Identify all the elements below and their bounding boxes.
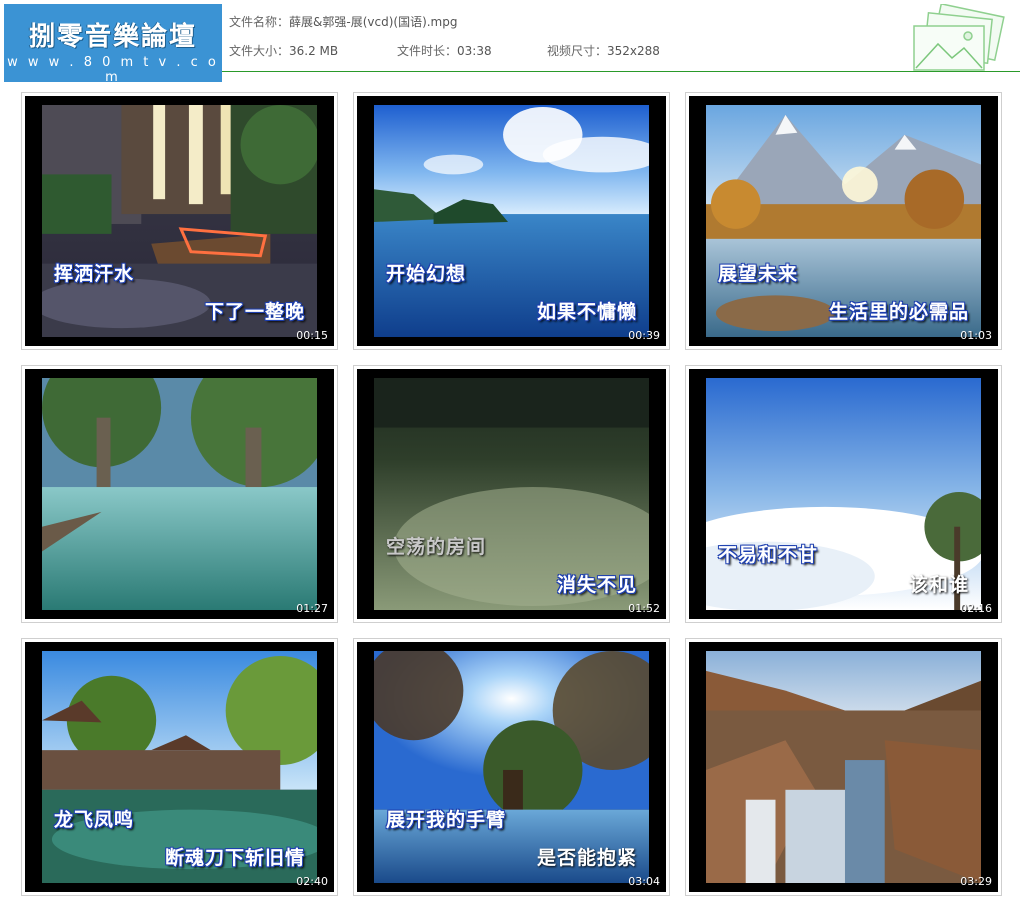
dimensions-label: 视频尺寸： bbox=[547, 44, 608, 58]
thumbnail-frame: 展望未来 生活里的必需品 01:03 bbox=[689, 96, 998, 346]
scene-ocean-sky: 开始幻想 如果不慵懒 bbox=[374, 105, 649, 337]
timestamp: 02:40 bbox=[296, 875, 328, 888]
thumbnail-frame: 03:29 bbox=[689, 642, 998, 892]
timestamp: 00:15 bbox=[296, 329, 328, 342]
timestamp: 01:03 bbox=[960, 329, 992, 342]
lyric-line-1: 展望未来 bbox=[718, 263, 799, 285]
lyric-line-2: 生活里的必需品 bbox=[828, 301, 969, 323]
scene-mountain-river: 展望未来 生活里的必需品 bbox=[706, 105, 981, 337]
lyric-line-2: 该和谁 bbox=[908, 574, 969, 596]
lyric-line-1: 龙飞凤鸣 bbox=[54, 809, 135, 831]
thumbnail-8[interactable]: 展开我的手臂 是否能抱紧 03:04 bbox=[353, 638, 670, 896]
header-divider bbox=[222, 71, 1020, 72]
file-size-label: 文件大小： bbox=[229, 44, 290, 58]
scene-cloud-sea: 不易和不甘 该和谁 bbox=[706, 378, 981, 610]
thumbnail-frame: 开始幻想 如果不慵懒 00:39 bbox=[357, 96, 666, 346]
thumbnail-5[interactable]: 空荡的房间 消失不见 01:52 bbox=[353, 365, 670, 623]
thumbnail-1[interactable]: 挥洒汗水 下了一整晚 00:15 bbox=[21, 92, 338, 350]
thumbnail-frame: 展开我的手臂 是否能抱紧 03:04 bbox=[357, 642, 666, 892]
file-name-row: 文件名称：薛展&郭强-展(vcd)(国语).mpg bbox=[229, 13, 458, 30]
thumbnail-7[interactable]: 龙飞凤鸣 断魂刀下斩旧情 02:40 bbox=[21, 638, 338, 896]
thumbnail-3[interactable]: 展望未来 生活里的必需品 01:03 bbox=[685, 92, 1002, 350]
thumbnail-frame: 龙飞凤鸣 断魂刀下斩旧情 02:40 bbox=[25, 642, 334, 892]
lyric-line-1: 开始幻想 bbox=[386, 263, 467, 285]
timestamp: 03:04 bbox=[628, 875, 660, 888]
scene-sunlit-tree: 展开我的手臂 是否能抱紧 bbox=[374, 651, 649, 883]
scene-forest-stream bbox=[42, 378, 317, 610]
thumbnail-2[interactable]: 开始幻想 如果不慵懒 00:39 bbox=[353, 92, 670, 350]
thumbnail-9[interactable]: 03:29 bbox=[685, 638, 1002, 896]
thumbnail-frame: 挥洒汗水 下了一整晚 00:15 bbox=[25, 96, 334, 346]
duration-value: 03:38 bbox=[457, 44, 492, 58]
lyric-line-2: 是否能抱紧 bbox=[536, 847, 637, 869]
lyric-line-2: 下了一整晚 bbox=[204, 301, 305, 323]
timestamp: 02:16 bbox=[960, 602, 992, 615]
timestamp: 01:52 bbox=[628, 602, 660, 615]
dimensions-value: 352x288 bbox=[607, 44, 660, 58]
lyric-line-2: 消失不见 bbox=[556, 574, 637, 596]
scene-pavilion-trees: 龙飞凤鸣 断魂刀下斩旧情 bbox=[42, 651, 317, 883]
scene-temple-night: 挥洒汗水 下了一整晚 bbox=[42, 105, 317, 337]
timestamp: 01:27 bbox=[296, 602, 328, 615]
scene-dark-meadow: 空荡的房间 消失不见 bbox=[374, 378, 649, 610]
lyric-line-1: 空荡的房间 bbox=[386, 536, 487, 558]
thumbnail-6[interactable]: 不易和不甘 该和谁 02:16 bbox=[685, 365, 1002, 623]
site-logo: 捌零音樂論壇 w w w . 8 0 m t v . c o m bbox=[4, 4, 222, 85]
thumbnail-frame: 不易和不甘 该和谁 02:16 bbox=[689, 369, 998, 619]
file-name-label: 文件名称： bbox=[229, 15, 290, 29]
thumbnail-frame: 空荡的房间 消失不见 01:52 bbox=[357, 369, 666, 619]
dimensions-row: 视频尺寸：352x288 bbox=[547, 42, 660, 59]
lyric-line-1: 不易和不甘 bbox=[718, 544, 819, 566]
thumbnail-4[interactable]: 01:27 bbox=[21, 365, 338, 623]
duration-row: 文件时长：03:38 bbox=[397, 42, 492, 59]
timestamp: 00:39 bbox=[628, 329, 660, 342]
lyric-line-1: 挥洒汗水 bbox=[54, 263, 135, 285]
lyric-line-1: 展开我的手臂 bbox=[386, 809, 507, 831]
lyric-line-2: 如果不慵懒 bbox=[536, 301, 637, 323]
picture-icon bbox=[913, 4, 1005, 71]
file-name-value: 薛展&郭强-展(vcd)(国语).mpg bbox=[289, 15, 458, 29]
logo-url: w w w . 8 0 m t v . c o m bbox=[7, 55, 219, 85]
logo-title: 捌零音樂論壇 bbox=[28, 22, 197, 52]
file-size-row: 文件大小：36.2 MB bbox=[229, 42, 338, 59]
file-size-value: 36.2 MB bbox=[289, 44, 339, 58]
scene-canyon-waterfall bbox=[706, 651, 981, 883]
timestamp: 03:29 bbox=[960, 875, 992, 888]
lyric-line-2: 断魂刀下斩旧情 bbox=[164, 847, 305, 869]
thumbnail-frame: 01:27 bbox=[25, 369, 334, 619]
duration-label: 文件时长： bbox=[397, 44, 458, 58]
